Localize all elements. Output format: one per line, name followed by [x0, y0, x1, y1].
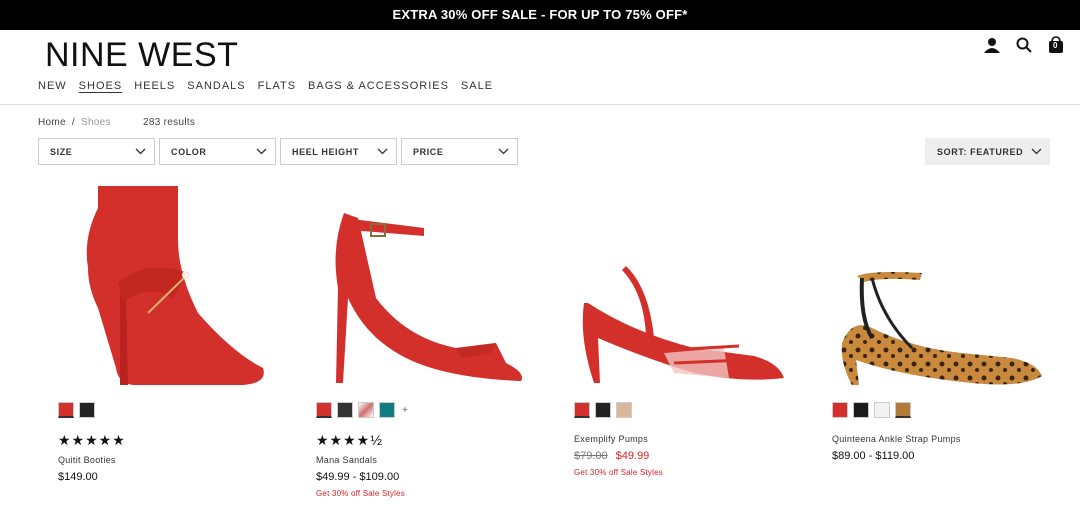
chevron-down-icon	[256, 148, 267, 155]
nav-item-new[interactable]: NEW	[38, 80, 67, 92]
filter-heel-height[interactable]: HEEL HEIGHT	[280, 138, 397, 165]
nav-item-flats[interactable]: FLATS	[258, 80, 296, 92]
color-swatches	[574, 402, 632, 418]
color-swatches	[832, 402, 911, 418]
product-price: $149.00	[58, 471, 98, 483]
filter-heel-height-label: HEEL HEIGHT	[292, 146, 359, 157]
sort-label: SORT: FEATURED	[937, 146, 1024, 157]
search-icon[interactable]	[1014, 36, 1034, 54]
swatch[interactable]	[832, 402, 848, 418]
swatch[interactable]	[595, 402, 611, 418]
swatch[interactable]	[337, 402, 353, 418]
filter-bar: SIZE COLOR HEEL HEIGHT PRICE	[38, 138, 518, 165]
filter-price[interactable]: PRICE	[401, 138, 518, 165]
filter-color-label: COLOR	[171, 146, 207, 157]
brand-logo[interactable]: NINE WEST	[45, 36, 238, 75]
product-name[interactable]: Exemplify Pumps	[574, 434, 648, 444]
swatch[interactable]	[574, 402, 590, 418]
product-image[interactable]	[812, 178, 1052, 393]
original-price: $79.00	[574, 450, 608, 462]
product-name[interactable]: Mana Sandals	[316, 455, 377, 465]
account-icon[interactable]	[982, 36, 1002, 54]
swatch[interactable]	[874, 402, 890, 418]
product-price: $79.00 $49.99	[574, 450, 649, 462]
product-name[interactable]: Quinteena Ankle Strap Pumps	[832, 434, 961, 444]
sort-dropdown[interactable]: SORT: FEATURED	[925, 138, 1050, 165]
swatch[interactable]	[79, 402, 95, 418]
product-card[interactable]: + ★★★★½ Mana Sandals $49.99 - $109.00 Ge…	[296, 178, 536, 498]
filter-size[interactable]: SIZE	[38, 138, 155, 165]
sale-price: $49.99	[615, 450, 650, 462]
nav-item-shoes[interactable]: SHOES	[79, 80, 123, 92]
nav-item-sale[interactable]: SALE	[461, 80, 493, 92]
product-card[interactable]: ★★★★★ Quitit Booties $149.00	[38, 178, 278, 483]
cart-icon[interactable]: 0	[1046, 36, 1066, 54]
breadcrumb-current: Shoes	[80, 117, 111, 128]
cart-count: 0	[1053, 41, 1058, 50]
more-colors-indicator[interactable]: +	[402, 405, 408, 416]
filter-price-label: PRICE	[413, 146, 444, 157]
nav-item-sandals[interactable]: SANDALS	[187, 80, 245, 92]
product-price: $49.99 - $109.00	[316, 471, 400, 483]
filter-size-label: SIZE	[50, 146, 73, 157]
swatch[interactable]	[616, 402, 632, 418]
chevron-down-icon	[135, 148, 146, 155]
swatch[interactable]	[853, 402, 869, 418]
nav-item-bags-accessories[interactable]: BAGS & ACCESSORIES	[308, 80, 449, 92]
product-image[interactable]	[554, 178, 794, 393]
color-swatches	[58, 402, 95, 418]
swatch[interactable]	[58, 402, 74, 418]
chevron-down-icon	[498, 148, 509, 155]
sale-promo-note: Get 30% off Sale Styles	[574, 468, 663, 477]
swatch[interactable]	[358, 402, 374, 418]
breadcrumb: Home / Shoes	[38, 117, 111, 128]
header-icons: 0	[982, 36, 1066, 54]
breadcrumb-home[interactable]: Home	[38, 117, 66, 128]
product-card[interactable]: Quinteena Ankle Strap Pumps $89.00 - $11…	[812, 178, 1052, 462]
sale-promo-note: Get 30% off Sale Styles	[316, 489, 405, 498]
swatch[interactable]	[316, 402, 332, 418]
product-name[interactable]: Quitit Booties	[58, 455, 116, 465]
promo-banner[interactable]: EXTRA 30% OFF SALE - FOR UP TO 75% OFF*	[0, 0, 1080, 30]
chevron-down-icon	[377, 148, 388, 155]
chevron-down-icon	[1031, 148, 1042, 155]
rating-stars: ★★★★½	[316, 432, 383, 448]
breadcrumb-separator: /	[71, 117, 75, 128]
filter-color[interactable]: COLOR	[159, 138, 276, 165]
product-price: $89.00 - $119.00	[832, 450, 915, 462]
swatch[interactable]	[895, 402, 911, 418]
product-card[interactable]: Exemplify Pumps $79.00 $49.99 Get 30% off…	[554, 178, 794, 477]
main-nav: NEW SHOES HEELS SANDALS FLATS BAGS & ACC…	[38, 80, 493, 92]
product-image[interactable]	[38, 178, 278, 393]
rating-stars: ★★★★★	[58, 432, 126, 448]
product-image[interactable]	[296, 178, 536, 393]
swatch[interactable]	[379, 402, 395, 418]
nav-item-heels[interactable]: HEELS	[134, 80, 175, 92]
color-swatches: +	[316, 402, 408, 418]
header-divider	[0, 104, 1080, 105]
results-count: 283 results	[143, 117, 196, 128]
